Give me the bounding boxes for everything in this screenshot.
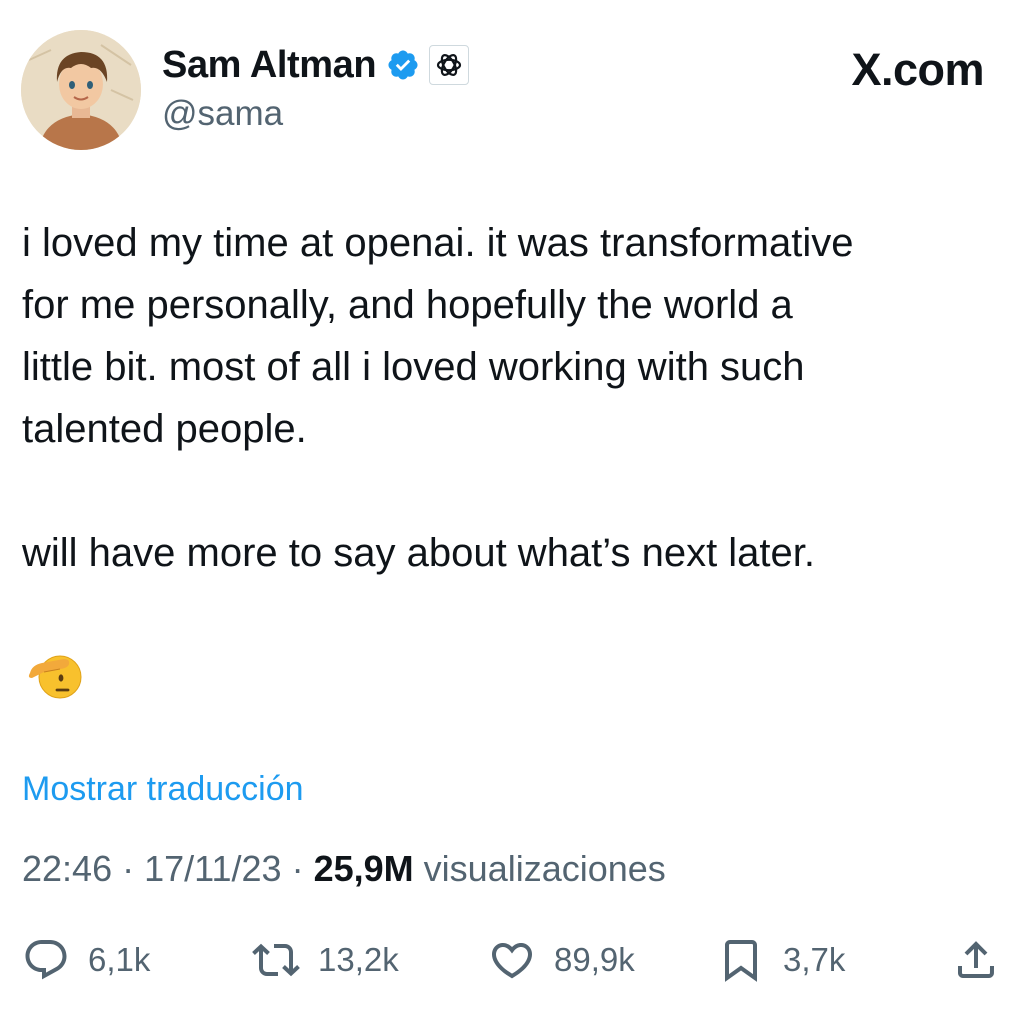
tweet-paragraph-2: will have more to say about what’s next … xyxy=(22,531,816,575)
repost-icon xyxy=(252,943,300,977)
share-icon xyxy=(958,941,994,978)
bookmark-count: 3,7k xyxy=(783,941,846,978)
tweet-meta: 22:46 · 17/11/23 · 25,9M visualizaciones xyxy=(22,848,666,890)
views-count: 25,9M xyxy=(313,848,414,889)
saluting-face-emoji-icon xyxy=(28,655,82,699)
reply-count: 6,1k xyxy=(88,941,151,978)
share-button[interactable] xyxy=(952,930,1000,990)
author-name[interactable]: Sam Altman xyxy=(162,44,377,87)
reply-icon xyxy=(25,940,67,980)
tweet-text: i loved my time at openai. it was transf… xyxy=(22,212,997,584)
reply-button[interactable]: 6,1k xyxy=(22,930,150,990)
tweet-date[interactable]: 17/11/23 xyxy=(144,848,281,889)
author-name-row: Sam Altman xyxy=(162,40,470,90)
openai-logo-icon xyxy=(437,54,462,76)
avatar[interactable] xyxy=(21,30,141,150)
show-translation-link[interactable]: Mostrar traducción xyxy=(22,770,304,809)
meta-separator: · xyxy=(122,848,145,889)
heart-icon xyxy=(491,943,533,979)
tweet-time[interactable]: 22:46 xyxy=(22,848,112,889)
affiliation-badge[interactable] xyxy=(429,45,470,85)
brand-logo: X.com xyxy=(851,44,984,95)
bookmark-button[interactable]: 3,7k xyxy=(717,930,845,990)
author-handle[interactable]: @sama xyxy=(162,94,283,134)
action-bar: 6,1k 13,2k 89,9k 3,7k xyxy=(0,930,1024,990)
views-label: visualizaciones xyxy=(423,848,666,889)
repost-count: 13,2k xyxy=(318,941,399,978)
like-button[interactable]: 89,9k xyxy=(488,930,635,990)
meta-separator: · xyxy=(291,848,314,889)
verified-badge-icon[interactable] xyxy=(386,48,420,82)
like-count: 89,9k xyxy=(554,941,635,978)
bookmark-icon xyxy=(725,940,757,982)
avatar-illustration xyxy=(21,30,141,150)
tweet-paragraph-1: i loved my time at openai. it was transf… xyxy=(22,221,854,451)
repost-button[interactable]: 13,2k xyxy=(252,930,399,990)
